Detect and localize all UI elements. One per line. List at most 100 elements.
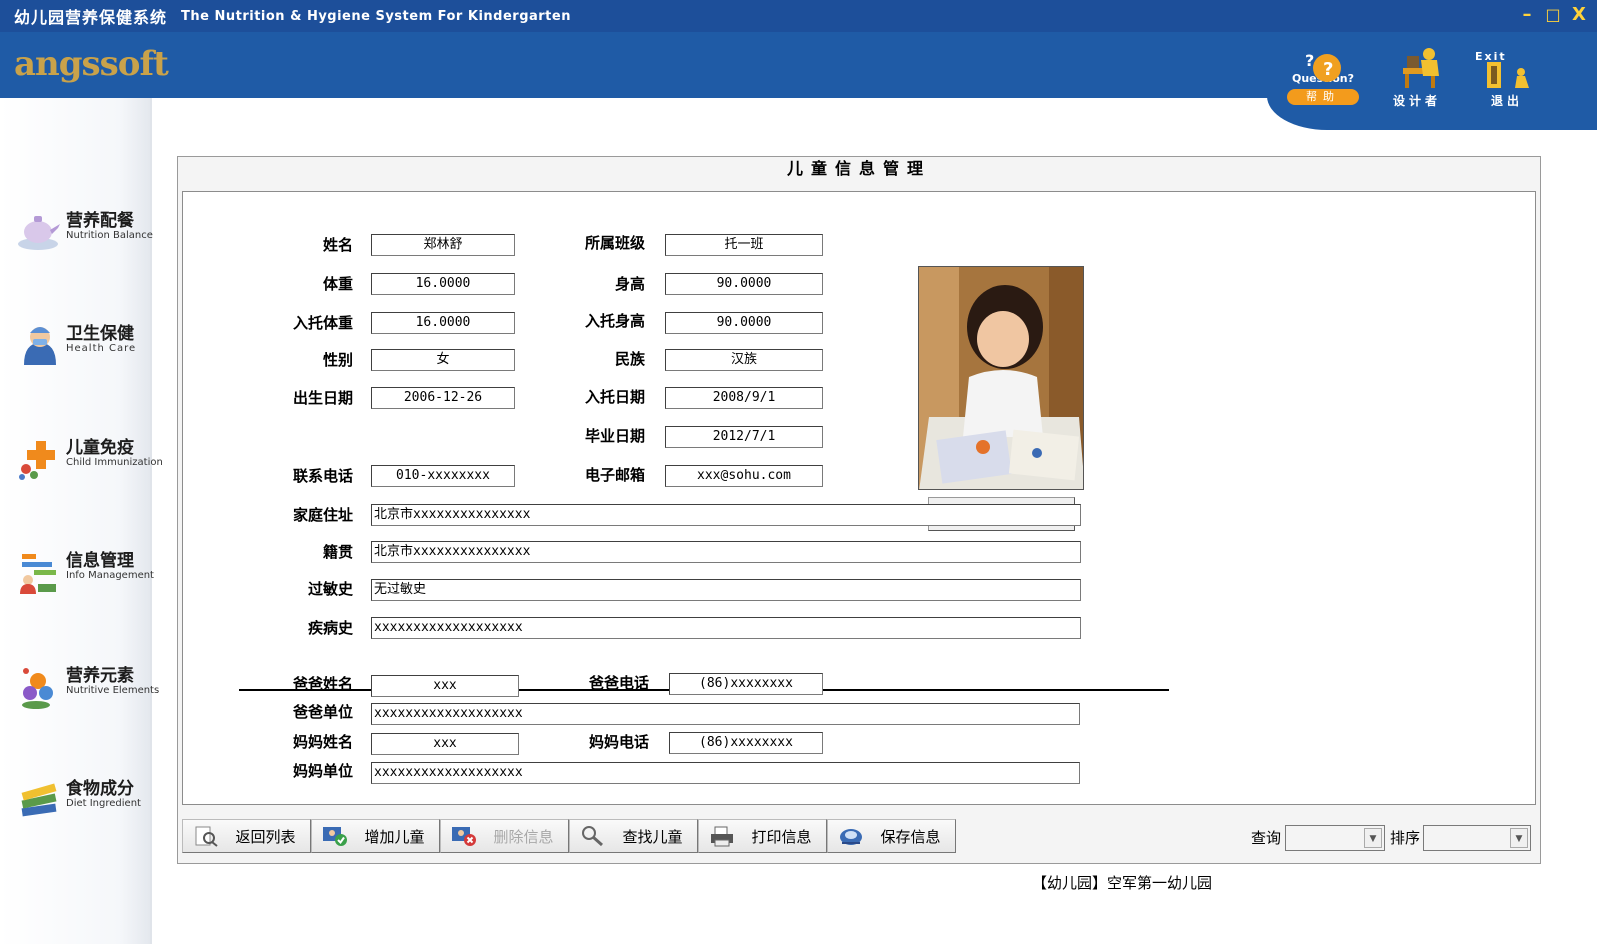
height-field[interactable]: 90.0000 bbox=[665, 273, 823, 295]
sidebar-item-diet-ingredient[interactable]: 食物成分 Diet Ingredient bbox=[12, 770, 148, 830]
magnifier-page-icon bbox=[193, 825, 219, 847]
panel-title: 儿童信息管理 bbox=[786, 159, 931, 178]
child-info-panel: 儿童信息管理 姓名 郑林舒 所属班级 托一班 体重 16.0000 身高 90.… bbox=[177, 156, 1541, 864]
sidebar-item-sublabel: Health Care bbox=[66, 343, 137, 354]
sidebar-item-label: 营养配餐 bbox=[66, 211, 134, 231]
weight-label: 体重 bbox=[322, 275, 353, 293]
disease-field[interactable]: xxxxxxxxxxxxxxxxxxx bbox=[371, 617, 1081, 639]
sidebar-item-sublabel: Nutrition Balance bbox=[66, 230, 153, 241]
sidebar-item-label: 营养元素 bbox=[66, 666, 134, 686]
phone-label: 联系电话 bbox=[292, 467, 353, 485]
pills-icon bbox=[16, 435, 62, 481]
father-phone-field[interactable]: (86)xxxxxxxx bbox=[669, 673, 823, 695]
sidebar-item-label: 卫生保健 bbox=[66, 324, 134, 344]
email-field[interactable]: xxx@sohu.com bbox=[665, 465, 823, 487]
search-icon bbox=[580, 825, 606, 847]
mother-name-field[interactable]: xxx bbox=[371, 733, 519, 755]
chevron-down-icon[interactable]: ▼ bbox=[1364, 828, 1382, 848]
printer-icon bbox=[709, 825, 735, 847]
save-info-button[interactable]: 保存信息 bbox=[827, 819, 956, 853]
address-field[interactable]: 北京市xxxxxxxxxxxxxxx bbox=[371, 504, 1081, 526]
child-info-form: 姓名 郑林舒 所属班级 托一班 体重 16.0000 身高 90.0000 入托… bbox=[182, 191, 1536, 805]
father-name-field[interactable]: xxx bbox=[371, 675, 519, 697]
delete-info-button[interactable]: 删除信息 bbox=[440, 819, 569, 853]
sidebar-item-child-immunization[interactable]: 儿童免疫 Child Immunization bbox=[12, 429, 163, 489]
father-name-label: 爸爸姓名 bbox=[292, 675, 353, 693]
weight-field[interactable]: 16.0000 bbox=[371, 273, 515, 295]
kindergarten-name: 【幼儿园】空军第一幼儿园 bbox=[1032, 874, 1213, 892]
mother-phone-label: 妈妈电话 bbox=[588, 733, 649, 751]
back-to-list-button[interactable]: 返回列表 bbox=[182, 819, 311, 853]
toolbar-button-label: 删除信息 bbox=[493, 827, 554, 846]
sidebar-item-sublabel: Info Management bbox=[66, 570, 154, 581]
hometown-field[interactable]: 北京市xxxxxxxxxxxxxxx bbox=[371, 541, 1081, 563]
gender-field[interactable]: 女 bbox=[371, 349, 515, 371]
app-title-en: The Nutrition & Hygiene System For Kinde… bbox=[181, 8, 571, 24]
birth-date-label: 出生日期 bbox=[292, 389, 353, 407]
hometown-label: 籍贯 bbox=[322, 543, 353, 561]
class-field[interactable]: 托一班 bbox=[665, 234, 823, 256]
exit-label: 退出 bbox=[1490, 94, 1523, 108]
ethnicity-field[interactable]: 汉族 bbox=[665, 349, 823, 371]
toolbar-button-label: 打印信息 bbox=[751, 827, 812, 846]
svg-text:?: ? bbox=[1323, 59, 1333, 80]
toolbar-button-label: 返回列表 bbox=[235, 827, 296, 846]
question-icon: ? ? bbox=[1293, 46, 1353, 90]
mother-work-field[interactable]: xxxxxxxxxxxxxxxxxxx bbox=[371, 762, 1080, 784]
toolbar-button-label: 增加儿童 bbox=[364, 827, 425, 846]
designer-label: 设计者 bbox=[1392, 94, 1441, 108]
sidebar-item-info-management[interactable]: 信息管理 Info Management bbox=[12, 542, 154, 602]
app-title-cn: 幼儿园营养保健系统 bbox=[14, 8, 168, 27]
address-label: 家庭住址 bbox=[292, 506, 353, 524]
admit-height-label: 入托身高 bbox=[584, 312, 645, 330]
father-phone-label: 爸爸电话 bbox=[588, 674, 649, 692]
toolbar-button-label: 查找儿童 bbox=[622, 827, 683, 846]
designer-button[interactable]: 设计者 bbox=[1377, 46, 1457, 122]
mother-work-label: 妈妈单位 bbox=[292, 762, 353, 780]
sidebar-item-sublabel: Nutritive Elements bbox=[66, 685, 160, 696]
gender-label: 性别 bbox=[322, 351, 353, 369]
add-child-button[interactable]: 增加儿童 bbox=[311, 819, 440, 853]
sidebar-item-nutrition-balance[interactable]: 营养配餐 Nutrition Balance bbox=[12, 202, 153, 262]
mother-phone-field[interactable]: (86)xxxxxxxx bbox=[669, 732, 823, 754]
minimize-button[interactable]: – bbox=[1519, 6, 1535, 24]
height-label: 身高 bbox=[614, 275, 645, 293]
allergy-field[interactable]: 无过敏史 bbox=[371, 579, 1081, 601]
exit-button[interactable]: Exit 退出 bbox=[1467, 46, 1547, 122]
sort-select[interactable]: ▼ bbox=[1423, 825, 1531, 851]
father-work-field[interactable]: xxxxxxxxxxxxxxxxxxx bbox=[371, 703, 1080, 725]
help-label: 帮助 bbox=[1287, 89, 1359, 105]
add-check-icon bbox=[322, 825, 348, 847]
admit-date-field[interactable]: 2008/9/1 bbox=[665, 387, 823, 409]
sidebar-item-sublabel: Child Immunization bbox=[66, 457, 163, 468]
birth-date-field[interactable]: 2006-12-26 bbox=[371, 387, 515, 409]
admit-height-field[interactable]: 90.0000 bbox=[665, 312, 823, 334]
sidebar-item-nutritive-elements[interactable]: 营养元素 Nutritive Elements bbox=[12, 657, 159, 717]
exit-door-icon bbox=[1477, 46, 1537, 90]
find-child-button[interactable]: 查找儿童 bbox=[569, 819, 698, 853]
grad-date-field[interactable]: 2012/7/1 bbox=[665, 426, 823, 448]
mother-name-label: 妈妈姓名 bbox=[292, 733, 353, 751]
name-field[interactable]: 郑林舒 bbox=[371, 234, 515, 256]
class-label: 所属班级 bbox=[584, 234, 645, 252]
email-label: 电子邮箱 bbox=[584, 466, 645, 484]
sidebar: 营养配餐 Nutrition Balance 卫生保健 Health Care … bbox=[0, 98, 163, 944]
window-controls: – □ X bbox=[1519, 6, 1587, 24]
maximize-button[interactable]: □ bbox=[1545, 6, 1561, 24]
sidebar-item-health-care[interactable]: 卫生保健 Health Care bbox=[12, 315, 148, 375]
query-label: 查询 bbox=[1251, 829, 1282, 847]
phone-field[interactable]: 010-xxxxxxxx bbox=[371, 465, 515, 487]
help-button[interactable]: ? ? Question? 帮助 bbox=[1283, 46, 1363, 122]
close-button[interactable]: X bbox=[1571, 6, 1587, 24]
sidebar-item-label: 儿童免疫 bbox=[66, 438, 134, 458]
allergy-label: 过敏史 bbox=[307, 580, 353, 598]
print-info-button[interactable]: 打印信息 bbox=[698, 819, 827, 853]
svg-text:?: ? bbox=[1305, 51, 1314, 70]
delete-x-icon bbox=[451, 825, 477, 847]
chevron-down-icon[interactable]: ▼ bbox=[1510, 828, 1528, 848]
sidebar-item-sublabel: Diet Ingredient bbox=[66, 798, 141, 809]
name-label: 姓名 bbox=[322, 236, 353, 254]
query-select[interactable]: ▼ bbox=[1285, 825, 1385, 851]
father-work-label: 爸爸单位 bbox=[292, 703, 353, 721]
admit-weight-field[interactable]: 16.0000 bbox=[371, 312, 515, 334]
